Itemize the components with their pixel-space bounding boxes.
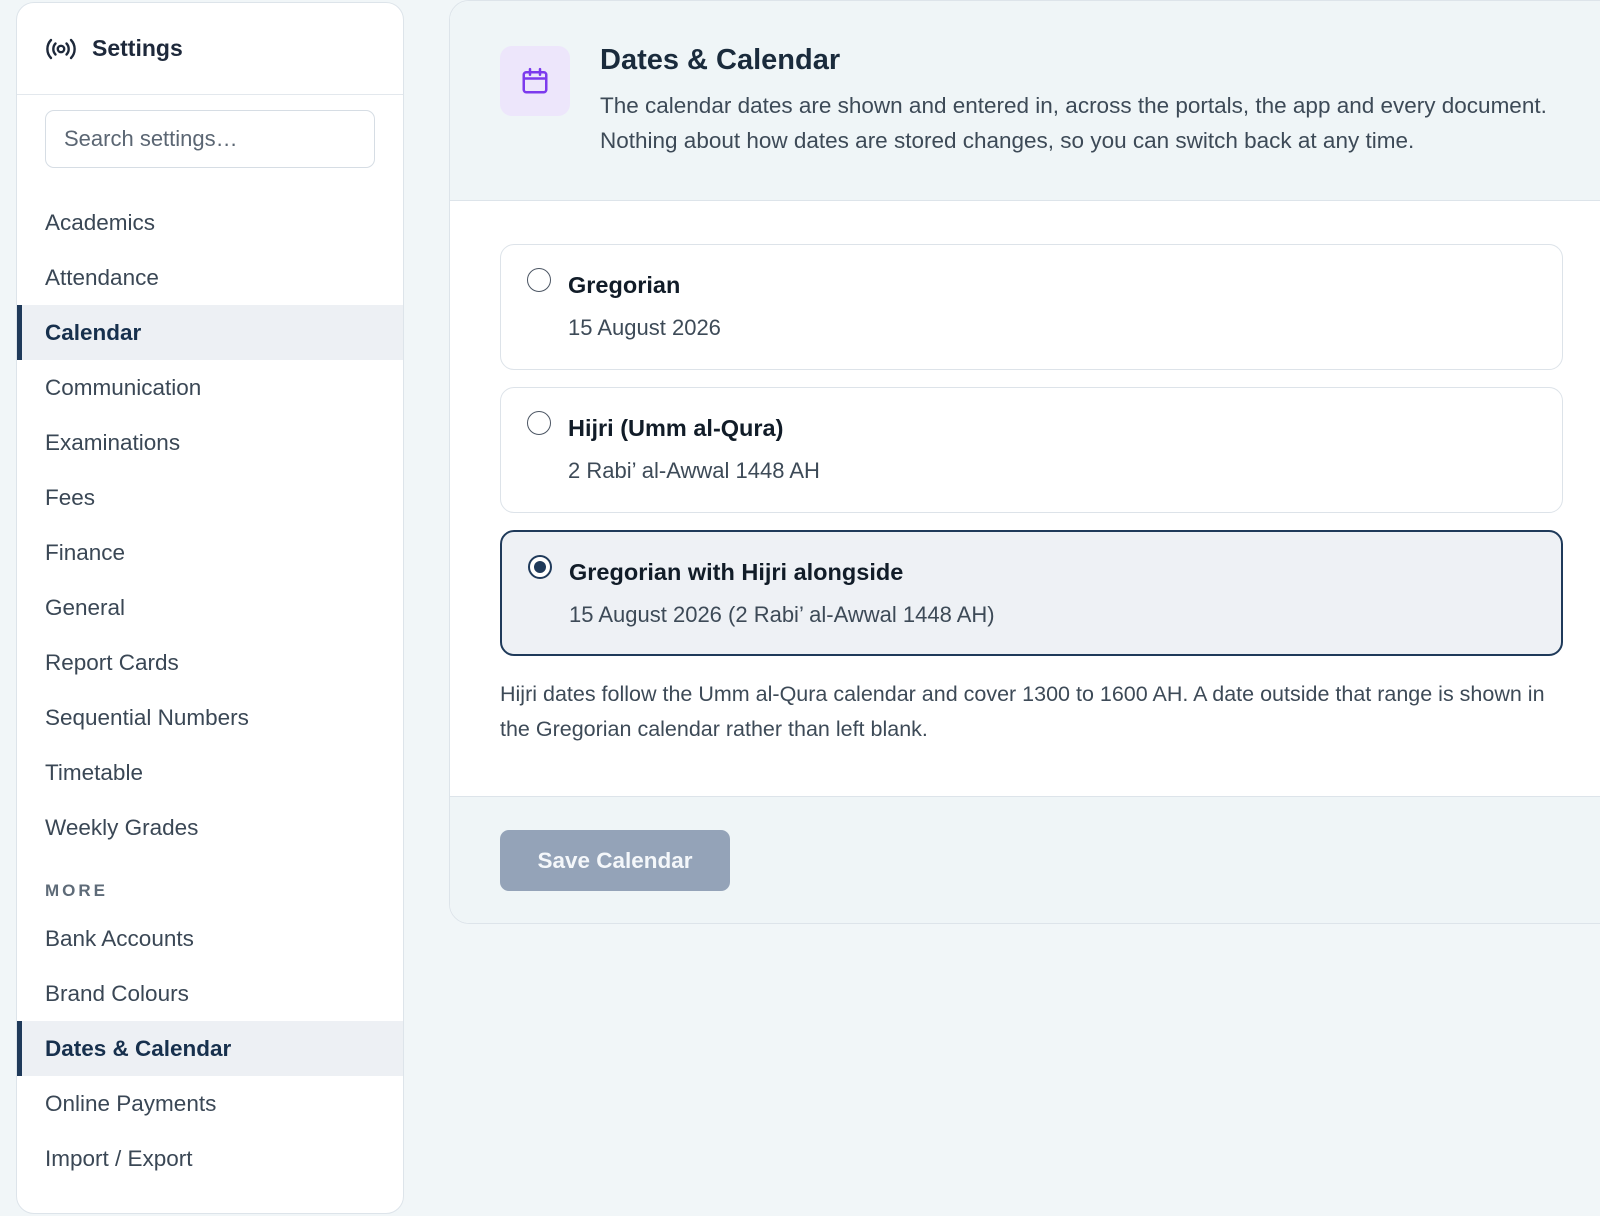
sidebar-item-fees[interactable]: Fees (17, 470, 403, 525)
broadcast-icon (45, 37, 77, 61)
sidebar-item-import-export[interactable]: Import / Export (17, 1131, 403, 1186)
sidebar-header: Settings (17, 3, 403, 95)
sidebar-item-timetable[interactable]: Timetable (17, 745, 403, 800)
option-title: Hijri (Umm al-Qura) (568, 415, 784, 441)
option-example: 2 Rabi’ al-Awwal 1448 AH (568, 458, 820, 483)
sidebar-item-dates-calendar[interactable]: Dates & Calendar (17, 1021, 403, 1076)
calendar-icon (500, 46, 570, 116)
option-title: Gregorian (568, 272, 681, 298)
sidebar-item-calendar[interactable]: Calendar (17, 305, 403, 360)
sidebar-item-weekly-grades[interactable]: Weekly Grades (17, 800, 403, 855)
sidebar-item-attendance[interactable]: Attendance (17, 250, 403, 305)
calendar-settings-panel: Dates & Calendar The calendar dates are … (449, 0, 1600, 924)
hijri-range-note: Hijri dates follow the Umm al-Qura calen… (500, 682, 1545, 741)
search-input[interactable] (45, 110, 375, 168)
calendar-option-hijri[interactable]: Hijri (Umm al-Qura) 2 Rabi’ al-Awwal 144… (500, 387, 1563, 513)
sidebar-item-bank-accounts[interactable]: Bank Accounts (17, 911, 403, 966)
sidebar-item-brand-colours[interactable]: Brand Colours (17, 966, 403, 1021)
page-description: The calendar dates are shown and entered… (600, 93, 1547, 153)
sidebar-item-examinations[interactable]: Examinations (17, 415, 403, 470)
sidebar-item-finance[interactable]: Finance (17, 525, 403, 580)
option-example: 15 August 2026 (2 Rabi’ al-Awwal 1448 AH… (569, 602, 995, 627)
sidebar-item-sequential-numbers[interactable]: Sequential Numbers (17, 690, 403, 745)
panel-footer: Save Calendar (450, 796, 1600, 923)
radio-selected-dot (534, 561, 546, 573)
sidebar-title: Settings (92, 35, 183, 61)
sidebar-item-online-payments[interactable]: Online Payments (17, 1076, 403, 1131)
sidebar-item-communication[interactable]: Communication (17, 360, 403, 415)
sidebar-item-academics[interactable]: Academics (17, 195, 403, 250)
settings-nav: Academics Attendance Calendar Communicat… (17, 195, 403, 1186)
save-calendar-button[interactable]: Save Calendar (500, 830, 730, 891)
page-title: Dates & Calendar (600, 44, 841, 76)
search-container (17, 95, 403, 195)
radio-gregorian-with-hijri[interactable] (528, 555, 552, 579)
settings-sidebar: Settings Academics Attendance Calendar C… (16, 2, 404, 1214)
option-title: Gregorian with Hijri alongside (569, 559, 904, 585)
sidebar-item-general[interactable]: General (17, 580, 403, 635)
calendar-option-gregorian[interactable]: Gregorian 15 August 2026 (500, 244, 1563, 370)
sidebar-item-report-cards[interactable]: Report Cards (17, 635, 403, 690)
calendar-option-gregorian-with-hijri[interactable]: Gregorian with Hijri alongside 15 August… (500, 530, 1563, 656)
radio-hijri[interactable] (527, 411, 551, 435)
panel-header: Dates & Calendar The calendar dates are … (450, 1, 1600, 201)
calendar-options: Gregorian 15 August 2026 Hijri (Umm al-Q… (450, 201, 1600, 656)
radio-gregorian[interactable] (527, 268, 551, 292)
option-example: 15 August 2026 (568, 315, 721, 340)
sidebar-section-more-heading: MORE (45, 881, 108, 900)
